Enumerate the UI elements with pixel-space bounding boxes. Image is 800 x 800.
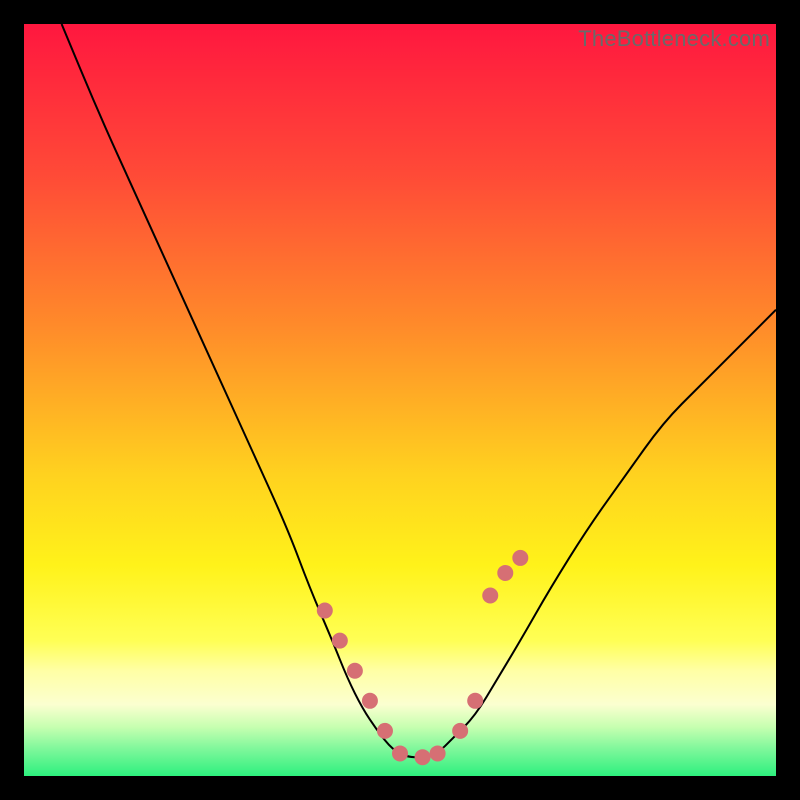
gradient-background [24,24,776,776]
marker-dot [317,603,333,619]
marker-dot [347,663,363,679]
marker-dot [452,723,468,739]
chart-frame: TheBottleneck.com [24,24,776,776]
chart-canvas [24,24,776,776]
marker-dot [392,745,408,761]
marker-dot [512,550,528,566]
marker-dot [362,693,378,709]
marker-dot [430,745,446,761]
watermark-label: TheBottleneck.com [578,26,770,52]
marker-dot [332,633,348,649]
marker-dot [482,588,498,604]
marker-dot [377,723,393,739]
marker-dot [497,565,513,581]
marker-dot [415,749,431,765]
marker-dot [467,693,483,709]
